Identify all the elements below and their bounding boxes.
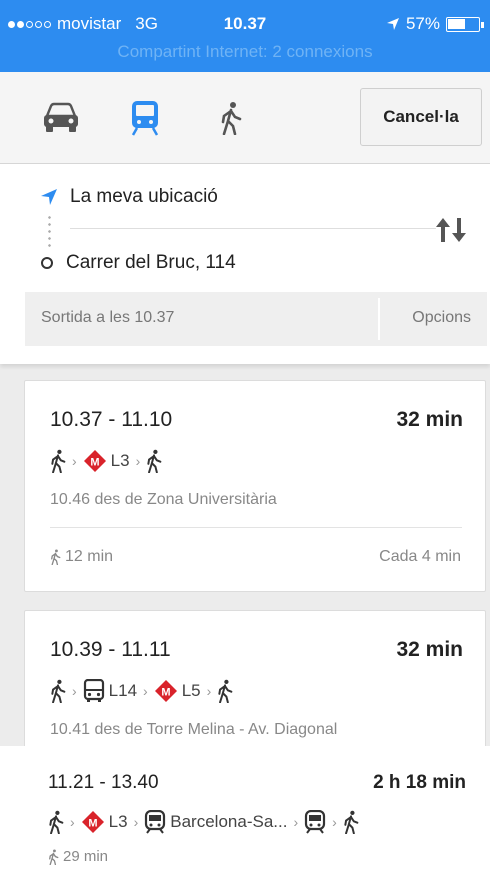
route-times: 10.39 - 11.11 (50, 638, 171, 661)
hotspot-banner[interactable]: Compartint Internet: 2 connexions (0, 42, 490, 62)
walk-icon (50, 679, 66, 703)
walk-icon (146, 449, 162, 473)
divider (70, 228, 436, 229)
route-duration: 2 h 18 min (373, 772, 466, 793)
route-connector (48, 214, 51, 250)
swap-arrows-icon (436, 218, 466, 242)
walk-icon (343, 810, 359, 834)
route-times: 10.37 - 11.10 (50, 408, 173, 431)
cancel-button[interactable]: Cancel·la (360, 88, 482, 146)
status-bar: movistar 3G 10.37 57% Compartint Interne… (0, 0, 490, 72)
divider (378, 298, 380, 340)
line-label: L3 (110, 451, 130, 470)
walk-time: 12 min (50, 548, 113, 566)
metro-logo-icon: M (81, 810, 105, 834)
metro-logo-icon: M (154, 679, 178, 703)
bus-icon (83, 679, 105, 703)
chevron-right-icon: › (143, 683, 148, 699)
route-times: 11.21 - 13.40 (48, 772, 159, 793)
walk-icon (221, 102, 242, 135)
train-icon (131, 101, 159, 136)
route-steps: › M L3 › Barcelona-Sa... › › (48, 808, 359, 836)
walk-icon (49, 848, 59, 865)
travel-mode-bar: Cancel·la (0, 72, 490, 164)
chevron-right-icon: › (72, 453, 77, 469)
svg-text:M: M (88, 818, 97, 830)
walk-time-label: 29 min (63, 848, 109, 865)
swap-route-button[interactable] (434, 216, 468, 249)
destination-circle-icon (41, 257, 53, 269)
battery-percent: 57% (405, 14, 440, 33)
route-input-panel: La meva ubicació Carrer del Bruc, 114 So… (0, 164, 490, 364)
metro-logo-icon: M (83, 449, 107, 473)
train-icon (304, 810, 326, 834)
mode-transit-button[interactable] (120, 96, 170, 140)
route-departure-info: 10.46 des de Zona Universitària (50, 491, 277, 508)
options-button[interactable]: Opcions (412, 309, 471, 327)
location-arrow-icon (386, 18, 399, 30)
destination-field[interactable]: Carrer del Bruc, 114 (40, 252, 236, 274)
chevron-right-icon: › (135, 453, 141, 469)
divider (50, 527, 462, 528)
train-icon (144, 810, 166, 834)
svg-text:M: M (90, 457, 99, 469)
train-destination-label: Barcelona-Sa... (170, 812, 288, 831)
departure-options-bar: Sortida a les 10.37 Opcions (25, 292, 487, 346)
line-label: L5 (181, 681, 201, 700)
mode-car-button[interactable] (36, 96, 86, 140)
route-steps: › M L3 › (50, 447, 162, 475)
car-icon (44, 102, 78, 132)
location-arrow-icon (41, 189, 57, 205)
chevron-right-icon: › (133, 814, 139, 830)
route-duration: 32 min (396, 408, 463, 431)
walk-icon (48, 810, 64, 834)
walk-time-label: 12 min (65, 548, 114, 565)
route-departure-info: 10.41 des de Torre Melina - Av. Diagonal (50, 721, 338, 738)
svg-text:M: M (161, 687, 170, 699)
line-label: L14 (108, 681, 138, 700)
chevron-right-icon: › (72, 683, 77, 699)
chevron-right-icon: › (293, 814, 299, 830)
line-label: L3 (108, 812, 128, 831)
route-frequency: Cada 4 min (379, 548, 461, 565)
walk-icon (217, 679, 233, 703)
battery-icon (446, 16, 484, 32)
walk-icon (51, 549, 61, 565)
chevron-right-icon: › (206, 683, 212, 699)
walk-time: 29 min (48, 848, 108, 865)
chevron-right-icon: › (332, 814, 337, 830)
route-result-card[interactable]: 11.21 - 13.40 2 h 18 min › M L3 › Barcel… (0, 746, 490, 870)
route-steps: › L14 › M L5 › (50, 677, 233, 705)
origin-field[interactable]: La meva ubicació (40, 186, 218, 208)
route-result-card[interactable]: 10.37 - 11.10 32 min › M L3 › 10.46 des … (24, 380, 486, 592)
origin-label: La meva ubicació (70, 186, 218, 207)
chevron-right-icon: › (70, 814, 75, 830)
route-duration: 32 min (396, 638, 463, 661)
destination-label: Carrer del Bruc, 114 (66, 252, 236, 273)
mode-walk-button[interactable] (206, 96, 256, 140)
walk-icon (50, 449, 66, 473)
departure-time-button[interactable]: Sortida a les 10.37 (41, 309, 174, 327)
